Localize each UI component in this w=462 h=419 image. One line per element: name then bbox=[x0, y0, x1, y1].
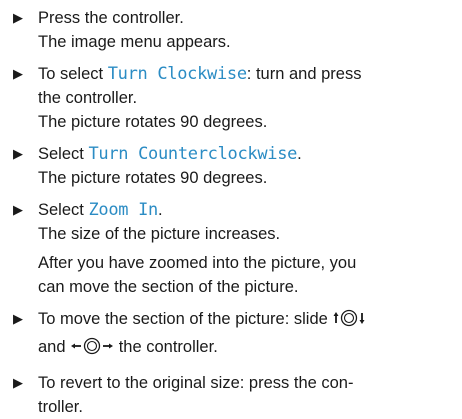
step-move-section: ▶ To move the section of the picture: sl… bbox=[10, 307, 450, 363]
step-text-line1: To move the section of the picture: slid… bbox=[38, 310, 328, 328]
step-turn-clockwise: ▶ To select Turn Clockwise: turn and pre… bbox=[10, 62, 450, 110]
step-text-and: and bbox=[38, 338, 66, 356]
step-zoom-in: ▶ Select Zoom In. bbox=[10, 198, 450, 222]
step-revert-size: ▶ To revert to the original size: press … bbox=[10, 371, 450, 419]
menu-item-zoom-in: Zoom In bbox=[88, 200, 158, 220]
menu-item-turn-clockwise: Turn Clockwise bbox=[107, 64, 247, 84]
note-line1: After you have zoomed into the picture, … bbox=[38, 254, 357, 272]
step-turn-counterclockwise: ▶ Select Turn Counterclockwise. bbox=[10, 142, 450, 166]
step-result: The picture rotates 90 degrees. bbox=[38, 113, 268, 131]
bullet-arrow-icon: ▶ bbox=[13, 146, 23, 161]
step-text: Press the controller. bbox=[38, 9, 184, 27]
instruction-list: ▶ Press the controller. The image menu a… bbox=[10, 6, 450, 419]
step-text-prefix: Select bbox=[38, 145, 89, 163]
controller-slide-left-right-icon bbox=[70, 336, 114, 363]
step-text-suffix: . bbox=[297, 145, 302, 163]
bullet-arrow-icon: ▶ bbox=[13, 66, 23, 81]
step-text-prefix: Select bbox=[38, 201, 89, 219]
bullet-arrow-icon: ▶ bbox=[13, 10, 23, 25]
step-text-line2-suffix: the controller. bbox=[118, 338, 218, 356]
step-text-line2: the controller. bbox=[38, 89, 138, 107]
step-text-suffix: : turn and press bbox=[246, 65, 362, 83]
menu-item-turn-counterclockwise: Turn Counterclockwise bbox=[88, 144, 298, 164]
step-text-suffix: . bbox=[158, 201, 163, 219]
step-result: The size of the picture increases. bbox=[38, 225, 281, 243]
step-text-line1: To revert to the original size: press th… bbox=[38, 374, 354, 392]
step-text-prefix: To select bbox=[38, 65, 108, 83]
step-press-controller: ▶ Press the controller. bbox=[10, 6, 450, 30]
step-text-line2: troller. bbox=[38, 398, 83, 416]
controller-slide-up-down-icon bbox=[332, 308, 366, 335]
step-result: The image menu appears. bbox=[38, 33, 231, 51]
bullet-arrow-icon: ▶ bbox=[13, 202, 23, 217]
bullet-arrow-icon: ▶ bbox=[13, 311, 23, 326]
step-result: The picture rotates 90 degrees. bbox=[38, 169, 268, 187]
note-line2: can move the section of the picture. bbox=[38, 278, 299, 296]
bullet-arrow-icon: ▶ bbox=[13, 375, 23, 390]
step-note: After you have zoomed into the picture, … bbox=[10, 251, 450, 299]
